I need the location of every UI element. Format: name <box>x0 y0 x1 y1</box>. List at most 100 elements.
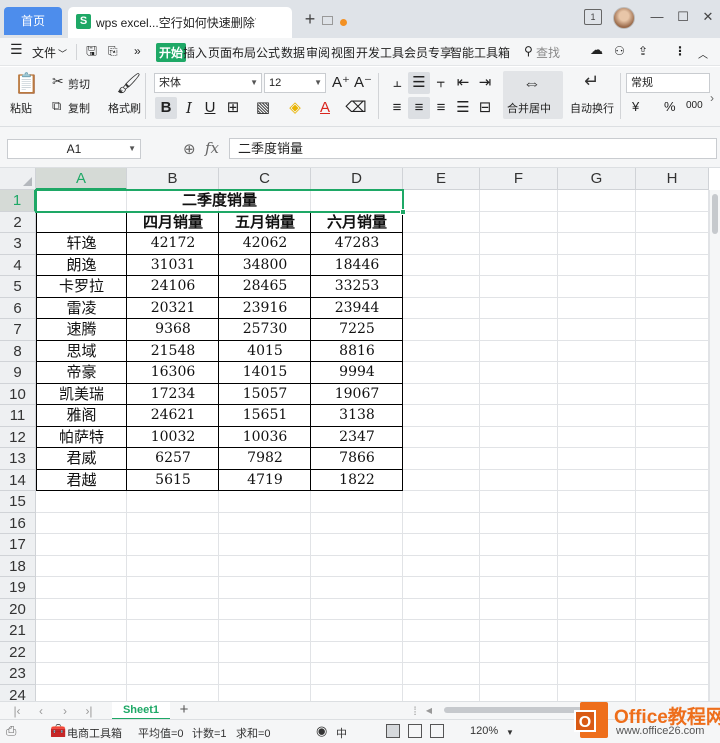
normal-view-icon[interactable] <box>386 724 400 738</box>
indent-decrease-icon[interactable]: ⇤ <box>452 72 474 94</box>
menu-item-data[interactable]: 数据 <box>281 44 305 61</box>
cut-button[interactable]: 剪切 <box>68 76 90 92</box>
table-cell[interactable]: 33253 <box>311 276 403 298</box>
table-row-label[interactable]: 雷凌 <box>36 298 127 320</box>
minimize-button[interactable]: — <box>648 8 666 26</box>
column-header-g[interactable]: G <box>558 168 636 190</box>
align-left-icon[interactable]: ≡ <box>386 97 408 119</box>
row-header-5[interactable]: 5 <box>0 276 36 298</box>
table-cell[interactable]: 10032 <box>127 427 219 449</box>
table-cell[interactable]: 1822 <box>311 470 403 492</box>
table-cell[interactable]: 24106 <box>127 276 219 298</box>
table-row-label[interactable]: 速腾 <box>36 319 127 341</box>
page-break-view-icon[interactable] <box>430 724 444 738</box>
align-right-icon[interactable]: ≡ <box>430 97 452 119</box>
table-row-label[interactable]: 卡罗拉 <box>36 276 127 298</box>
align-bottom-icon[interactable]: ⫟ <box>430 72 452 94</box>
page-indicator-icon[interactable]: 1 <box>584 9 602 25</box>
table-cell[interactable]: 9994 <box>311 362 403 384</box>
menu-item-insert[interactable]: 插入 <box>183 44 207 61</box>
border-icon[interactable]: ⊞ <box>222 97 244 119</box>
table-cell[interactable]: 4719 <box>219 470 311 492</box>
row-header-17[interactable]: 17 <box>0 534 36 556</box>
input-language[interactable]: 中 <box>336 725 347 741</box>
table-cell[interactable]: 31031 <box>127 255 219 277</box>
font-color-icon[interactable]: A <box>314 97 336 119</box>
row-header-14[interactable]: 14 <box>0 469 36 491</box>
table-row-label[interactable]: 君越 <box>36 470 127 492</box>
menu-item-page-layout[interactable]: 页面布局 <box>208 44 256 61</box>
table-cell[interactable]: 23944 <box>311 298 403 320</box>
row-header-12[interactable]: 12 <box>0 426 36 448</box>
save-icon[interactable]: 🖫 <box>86 42 97 64</box>
row-header-1[interactable]: 1 <box>0 190 36 212</box>
wrap-text-button[interactable]: 自动换行 <box>570 100 614 116</box>
column-header-d[interactable]: D <box>311 168 403 190</box>
table-row-label[interactable]: 朗逸 <box>36 255 127 277</box>
menu-item-formula[interactable]: 公式 <box>256 44 280 61</box>
align-top-icon[interactable]: ⫠ <box>386 72 408 94</box>
eye-protection-icon[interactable]: ◉ <box>316 723 327 739</box>
table-cell[interactable]: 6257 <box>127 448 219 470</box>
bold-button[interactable]: B <box>155 97 177 119</box>
table-cell[interactable]: 24621 <box>127 405 219 427</box>
screen-icon[interactable] <box>322 16 333 25</box>
fill-color-icon[interactable]: ◈ <box>284 97 306 119</box>
row-header-13[interactable]: 13 <box>0 448 36 470</box>
font-name-select[interactable]: 宋体 ▼ <box>154 73 262 93</box>
table-cell[interactable]: 7866 <box>311 448 403 470</box>
table-row-label[interactable]: 君威 <box>36 448 127 470</box>
last-sheet-icon[interactable]: ›| <box>82 702 96 720</box>
more-options-icon[interactable]: ⋮ <box>674 44 686 58</box>
page-layout-view-icon[interactable] <box>408 724 422 738</box>
table-cell[interactable]: 42172 <box>127 233 219 255</box>
table-cell[interactable]: 28465 <box>219 276 311 298</box>
menu-item-view[interactable]: 视图 <box>331 44 355 61</box>
currency-button[interactable]: ¥ <box>632 99 639 114</box>
merge-center-button[interactable]: ⇔ 合并居中 <box>503 71 563 119</box>
vertical-scroll-thumb[interactable] <box>712 194 718 234</box>
menu-more[interactable]: » <box>134 44 141 58</box>
hamburger-icon[interactable]: ☰ <box>10 41 23 58</box>
row-header-2[interactable]: 2 <box>0 211 36 233</box>
fill-pattern-icon[interactable]: ▧ <box>252 97 274 119</box>
indent-increase-icon[interactable]: ⇥ <box>474 72 496 94</box>
formula-input[interactable]: 二季度销量 <box>229 138 717 159</box>
eraser-icon[interactable]: ⌫ <box>345 97 367 119</box>
table-cell[interactable]: 15651 <box>219 405 311 427</box>
table-cell[interactable]: 15057 <box>219 384 311 406</box>
underline-button[interactable]: U <box>199 97 221 119</box>
row-header-7[interactable]: 7 <box>0 319 36 341</box>
share-icon[interactable]: ⇪ <box>638 44 648 58</box>
first-sheet-icon[interactable]: |‹ <box>10 702 24 720</box>
table-cell[interactable]: 17234 <box>127 384 219 406</box>
table-cell[interactable]: 23916 <box>219 298 311 320</box>
name-box[interactable]: A1 ▼ <box>7 139 141 159</box>
column-header-e[interactable]: E <box>403 168 480 190</box>
zoom-dropdown-icon[interactable]: ▼ <box>506 728 514 737</box>
paste-icon[interactable]: 📋 <box>14 71 39 96</box>
table-cell[interactable]: 19067 <box>311 384 403 406</box>
table-cell[interactable]: 8816 <box>311 341 403 363</box>
toolbox-icon[interactable]: 🧰 <box>50 723 66 739</box>
column-header-h[interactable]: H <box>636 168 709 190</box>
add-sheet-button[interactable]: + <box>176 702 192 718</box>
close-button[interactable]: ✕ <box>699 8 717 26</box>
table-row-label[interactable]: 思域 <box>36 341 127 363</box>
cut-icon[interactable]: ✂ <box>52 73 64 90</box>
align-center-icon[interactable]: ≡ <box>408 97 430 119</box>
export-icon[interactable]: ⎘ <box>108 44 118 59</box>
spreadsheet-grid[interactable]: A B C D E F G H 1 2 3 4 5 6 7 8 9 10 11 12 13 14 15 16 1… <box>0 168 720 701</box>
cloud-sync-icon[interactable]: ☁ <box>590 42 603 58</box>
ribbon-scroll-right-icon[interactable]: › <box>710 91 714 105</box>
chevron-down-icon[interactable]: ﹀ <box>58 47 67 60</box>
row-header-6[interactable]: 6 <box>0 297 36 319</box>
justify-icon[interactable]: ☰ <box>452 97 474 119</box>
share-user-icon[interactable]: ⚇ <box>614 44 625 58</box>
scroll-left-icon[interactable]: ◀ <box>422 702 436 720</box>
row-header-15[interactable]: 15 <box>0 491 36 513</box>
hscroll-split-icon[interactable]: ⁞ <box>408 702 422 720</box>
vertical-scrollbar[interactable] <box>709 190 720 701</box>
search-label[interactable]: 查找 <box>536 44 560 61</box>
table-header-cell[interactable]: 六月销量 <box>311 212 403 234</box>
